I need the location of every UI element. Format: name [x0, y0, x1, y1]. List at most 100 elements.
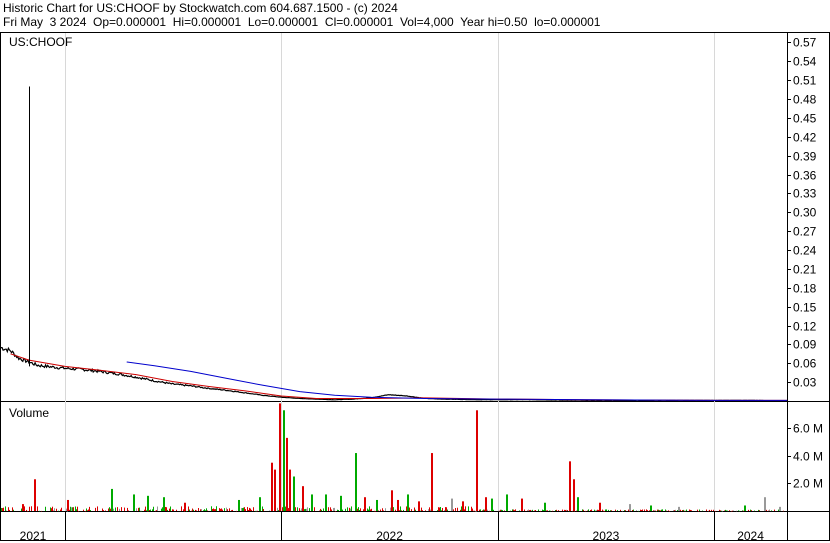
volume-bar — [331, 509, 332, 511]
volume-bar — [764, 497, 766, 511]
volume-bar — [649, 510, 650, 511]
volume-bar — [242, 508, 243, 511]
volume-bar — [542, 509, 543, 511]
volume-bar — [420, 510, 421, 512]
volume-bar — [184, 502, 186, 511]
volume-bar — [306, 508, 307, 511]
volume-bar — [527, 510, 528, 511]
volume-bar — [587, 510, 588, 512]
volume-bar — [395, 509, 396, 511]
volume-bar — [401, 510, 402, 511]
volume-bar — [611, 510, 612, 511]
volume-bar — [733, 510, 734, 511]
volume-bar — [642, 509, 643, 511]
volume-bar — [598, 509, 599, 511]
volume-bar — [335, 510, 336, 512]
volume-bar — [85, 510, 86, 512]
volume-bar — [60, 509, 61, 511]
volume-bar — [77, 506, 78, 511]
volume-bar — [739, 510, 740, 512]
volume-bar — [370, 509, 371, 511]
volume-bar — [279, 403, 281, 511]
volume-bar — [567, 510, 568, 511]
price-tick-label: 0.03 — [793, 376, 817, 390]
volume-bar — [219, 508, 220, 511]
volume-bar — [115, 507, 116, 511]
volume-bar — [391, 490, 393, 511]
volume-bar — [244, 507, 245, 511]
volume-bar — [555, 510, 556, 511]
volume-bar — [323, 508, 324, 511]
volume-bar — [515, 509, 516, 511]
volume-bar — [666, 510, 667, 512]
volume-bar — [282, 507, 283, 511]
volume-bar — [629, 510, 630, 512]
volume-bar — [220, 508, 221, 511]
volume-bar — [95, 507, 96, 511]
volume-bar — [479, 509, 480, 511]
volume-bar — [603, 510, 604, 512]
volume-bar — [226, 507, 227, 511]
volume-bar — [147, 510, 148, 512]
volume-bar — [632, 509, 633, 511]
volume-bar — [732, 510, 733, 512]
volume-bar — [521, 498, 523, 511]
volume-bar — [552, 510, 553, 512]
volume-bar — [564, 509, 565, 511]
volume-bar — [22, 504, 24, 511]
volume-bar — [145, 506, 146, 511]
volume-bar — [385, 508, 386, 511]
volume-bar — [136, 508, 137, 511]
volume-bar — [347, 507, 348, 511]
volume-bar — [729, 510, 730, 511]
volume-bar — [133, 494, 135, 511]
volume-bar — [181, 506, 182, 511]
volume-bar — [447, 509, 448, 511]
volume-bar — [460, 509, 461, 511]
volume-bar — [422, 510, 423, 511]
volume-bar — [358, 507, 359, 511]
volume-bar — [572, 510, 573, 512]
volume-bar — [451, 498, 453, 511]
volume-bar — [633, 509, 634, 511]
volume-bar — [345, 508, 346, 511]
volume-bar — [71, 507, 72, 511]
volume-bar — [29, 506, 30, 511]
volume-bar — [165, 506, 166, 511]
volume-bar — [206, 508, 207, 511]
volume-bar — [528, 509, 529, 511]
volume-bar — [337, 509, 338, 511]
price-tick-label: 0.57 — [793, 36, 817, 50]
volume-bar — [150, 509, 151, 511]
volume-bar — [675, 509, 676, 511]
volume-bar — [152, 509, 153, 511]
volume-bar — [641, 510, 642, 511]
volume-bar — [699, 509, 700, 511]
volume-bar — [224, 508, 225, 511]
volume-bar — [569, 461, 571, 511]
volume-bar — [606, 509, 607, 511]
volume-bar — [383, 510, 384, 511]
volume-bar — [774, 509, 775, 511]
volume-bar — [249, 507, 250, 511]
volume-bar — [779, 506, 781, 511]
volume-bar — [176, 509, 177, 511]
volume-bar — [75, 506, 76, 511]
volume-bar — [500, 509, 501, 511]
volume-bar — [590, 510, 591, 511]
volume-bar — [128, 510, 129, 511]
volume-bar — [702, 510, 703, 512]
volume-bar — [369, 506, 370, 511]
volume-bar — [709, 509, 710, 511]
price-tick-label: 0.39 — [793, 150, 817, 164]
year-label: 2021 — [20, 529, 47, 543]
volume-bar — [725, 509, 726, 511]
volume-bar — [371, 508, 372, 511]
volume-bar — [406, 506, 407, 511]
volume-bar — [421, 507, 422, 511]
volume-bar — [628, 509, 629, 511]
volume-bar — [196, 510, 197, 511]
volume-bar — [403, 509, 404, 511]
volume-bar — [250, 508, 251, 511]
volume-bar — [750, 509, 751, 511]
